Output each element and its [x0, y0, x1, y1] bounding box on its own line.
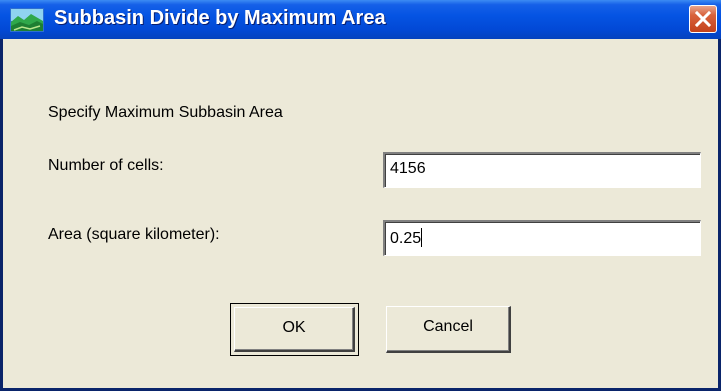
dialog-window: Subbasin Divide by Maximum Area Specify …	[0, 0, 721, 391]
close-button[interactable]	[689, 5, 717, 33]
cells-input[interactable]: 4156	[383, 152, 701, 188]
form-heading: Specify Maximum Subbasin Area	[48, 104, 283, 121]
close-icon	[695, 11, 711, 27]
cells-label: Number of cells:	[48, 157, 164, 174]
window-title: Subbasin Divide by Maximum Area	[54, 7, 386, 29]
area-input[interactable]: 0.25	[383, 220, 701, 256]
ok-button[interactable]: OK	[234, 307, 355, 352]
cells-value: 4156	[390, 160, 426, 177]
area-value: 0.25	[390, 230, 422, 247]
title-bar[interactable]: Subbasin Divide by Maximum Area	[0, 0, 721, 39]
text-caret	[421, 228, 423, 247]
area-label: Area (square kilometer):	[48, 226, 220, 243]
cancel-button[interactable]: Cancel	[386, 306, 511, 353]
landscape-app-icon	[10, 8, 44, 32]
